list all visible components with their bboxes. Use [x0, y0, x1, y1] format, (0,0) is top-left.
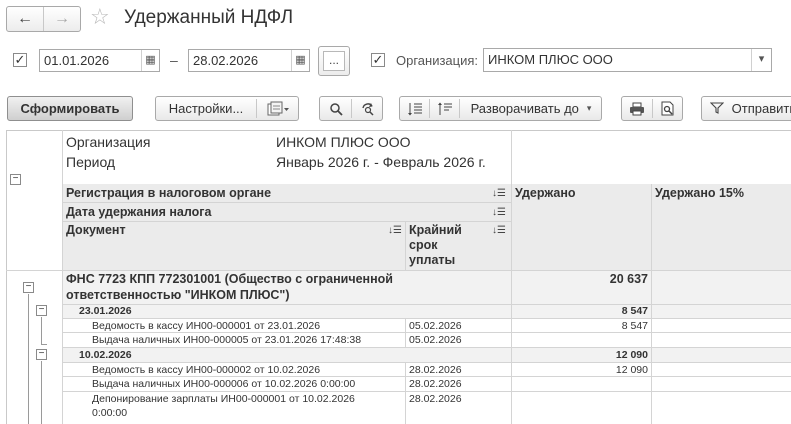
document-deadline: 28.02.2026: [409, 393, 462, 405]
document-deadline: 28.02.2026: [409, 364, 462, 376]
search-replace-button[interactable]: [352, 97, 383, 120]
calendar-icon[interactable]: ▦: [141, 50, 159, 71]
header-date[interactable]: Дата удержания налога: [66, 205, 211, 219]
send-button[interactable]: Отправить: [701, 96, 791, 121]
period-select-label: ...: [323, 51, 345, 71]
document-deadline: 05.02.2026: [409, 320, 462, 332]
header-registration[interactable]: Регистрация в налоговом органе: [66, 186, 271, 200]
document-deadline: 05.02.2026: [409, 334, 462, 346]
document-name-continued: 0:00:00: [92, 407, 128, 419]
forward-arrow-icon[interactable]: →: [44, 7, 80, 31]
collapse-date-toggle[interactable]: −: [36, 305, 47, 316]
group-label-line1[interactable]: ФНС 7723 КПП 772301001 (Общество с огран…: [66, 272, 393, 286]
search-button[interactable]: [320, 97, 351, 120]
print-preview-icon: [661, 101, 674, 116]
document-name[interactable]: Ведомость в кассу ИН00-000002 от 10.02.2…: [92, 364, 320, 376]
navigation-buttons: ← →: [6, 6, 81, 32]
organization-checkbox[interactable]: ✓: [371, 53, 385, 67]
document-deadline: 28.02.2026: [409, 378, 462, 390]
header-withheld[interactable]: Удержано: [515, 186, 576, 200]
collapse-header-toggle[interactable]: −: [10, 174, 21, 185]
sort-icon[interactable]: ↓☰: [492, 188, 506, 199]
send-label: Отправить: [731, 101, 791, 116]
date-row-background: [63, 304, 791, 318]
expand-all-button[interactable]: [400, 97, 429, 120]
search-refresh-icon: [361, 102, 374, 116]
document-amount: 8 547: [621, 320, 648, 332]
date-to-value: 28.02.2026: [193, 53, 259, 68]
header-deadline-line3: уплаты: [409, 253, 456, 267]
meta-value-period: Январь 2026 г. - Февраль 2026 г.: [276, 154, 486, 170]
date-row-label[interactable]: 23.01.2026: [79, 305, 132, 317]
document-name[interactable]: Выдача наличных ИН00-000006 от 10.02.202…: [92, 378, 355, 390]
print-preview-button[interactable]: [653, 97, 683, 120]
print-button-group: [621, 96, 683, 121]
report-variant-icon: [267, 101, 289, 115]
dropdown-icon[interactable]: ▾: [751, 49, 771, 71]
send-filter-icon: [709, 102, 725, 114]
date-row-total[interactable]: 12 090: [511, 349, 648, 361]
collapse-groups-icon: [437, 102, 452, 115]
date-row-total[interactable]: 8 547: [511, 305, 648, 317]
header-deadline-line2: срок: [409, 238, 438, 252]
collapse-date-toggle[interactable]: −: [36, 349, 47, 360]
meta-label-period: Период: [66, 154, 116, 170]
header-withheld-15[interactable]: Удержано 15%: [655, 186, 744, 200]
meta-value-organization: ИНКОМ ПЛЮС ООО: [276, 134, 411, 150]
calendar-icon[interactable]: ▦: [291, 50, 309, 71]
print-button[interactable]: [622, 97, 652, 120]
meta-label-organization: Организация: [66, 134, 151, 150]
period-select-button[interactable]: ...: [318, 46, 350, 76]
document-amount: 12 090: [615, 364, 648, 376]
favorite-star-icon[interactable]: ☆: [90, 5, 110, 29]
collapse-group-toggle[interactable]: −: [23, 282, 34, 293]
back-arrow-icon[interactable]: ←: [7, 7, 44, 31]
date-row-background: [63, 347, 791, 362]
expand-to-button[interactable]: Разворачивать до ▾: [460, 97, 602, 120]
sort-icon[interactable]: ↓☰: [492, 207, 506, 218]
document-name[interactable]: Депонирование зарплаты ИН00-000001 от 10…: [92, 393, 355, 405]
expand-to-label: Разворачивать до: [470, 101, 579, 116]
header-deadline-line1[interactable]: Крайний: [409, 223, 462, 237]
organization-value: ИНКОМ ПЛЮС ООО: [488, 52, 613, 67]
date-separator: –: [170, 52, 178, 68]
variants-button[interactable]: [257, 97, 299, 120]
window-title: Удержанный НДФЛ: [124, 7, 294, 28]
printer-icon: [630, 102, 644, 115]
sort-icon[interactable]: ↓☰: [388, 225, 402, 236]
generate-button[interactable]: Сформировать: [7, 96, 133, 121]
sort-icon[interactable]: ↓☰: [492, 225, 506, 236]
expand-groups-icon: [407, 102, 422, 115]
settings-button[interactable]: Настройки...: [156, 97, 256, 120]
group-total[interactable]: 20 637: [511, 272, 648, 286]
search-button-group: [319, 96, 383, 121]
collapse-all-button[interactable]: [430, 97, 459, 120]
date-row-label[interactable]: 10.02.2026: [79, 349, 132, 361]
settings-button-group: Настройки...: [155, 96, 299, 121]
dropdown-icon: ▾: [586, 103, 592, 113]
group-label-line2: ответственностью "ИНКОМ ПЛЮС"): [66, 288, 290, 302]
document-name[interactable]: Выдача наличных ИН00-000005 от 23.01.202…: [92, 334, 361, 346]
search-icon: [329, 102, 343, 116]
grouping-button-group: Разворачивать до ▾: [399, 96, 602, 121]
date-to-field[interactable]: 28.02.2026 ▦: [188, 49, 310, 72]
document-name[interactable]: Ведомость в кассу ИН00-000001 от 23.01.2…: [92, 320, 320, 332]
organization-field[interactable]: ИНКОМ ПЛЮС ООО ▾: [483, 48, 772, 72]
date-from-field[interactable]: 01.01.2026 ▦: [39, 49, 160, 72]
date-from-value: 01.01.2026: [44, 53, 110, 68]
header-document[interactable]: Документ: [66, 223, 126, 237]
organization-label: Организация:: [396, 53, 479, 68]
period-checkbox[interactable]: ✓: [13, 53, 27, 67]
